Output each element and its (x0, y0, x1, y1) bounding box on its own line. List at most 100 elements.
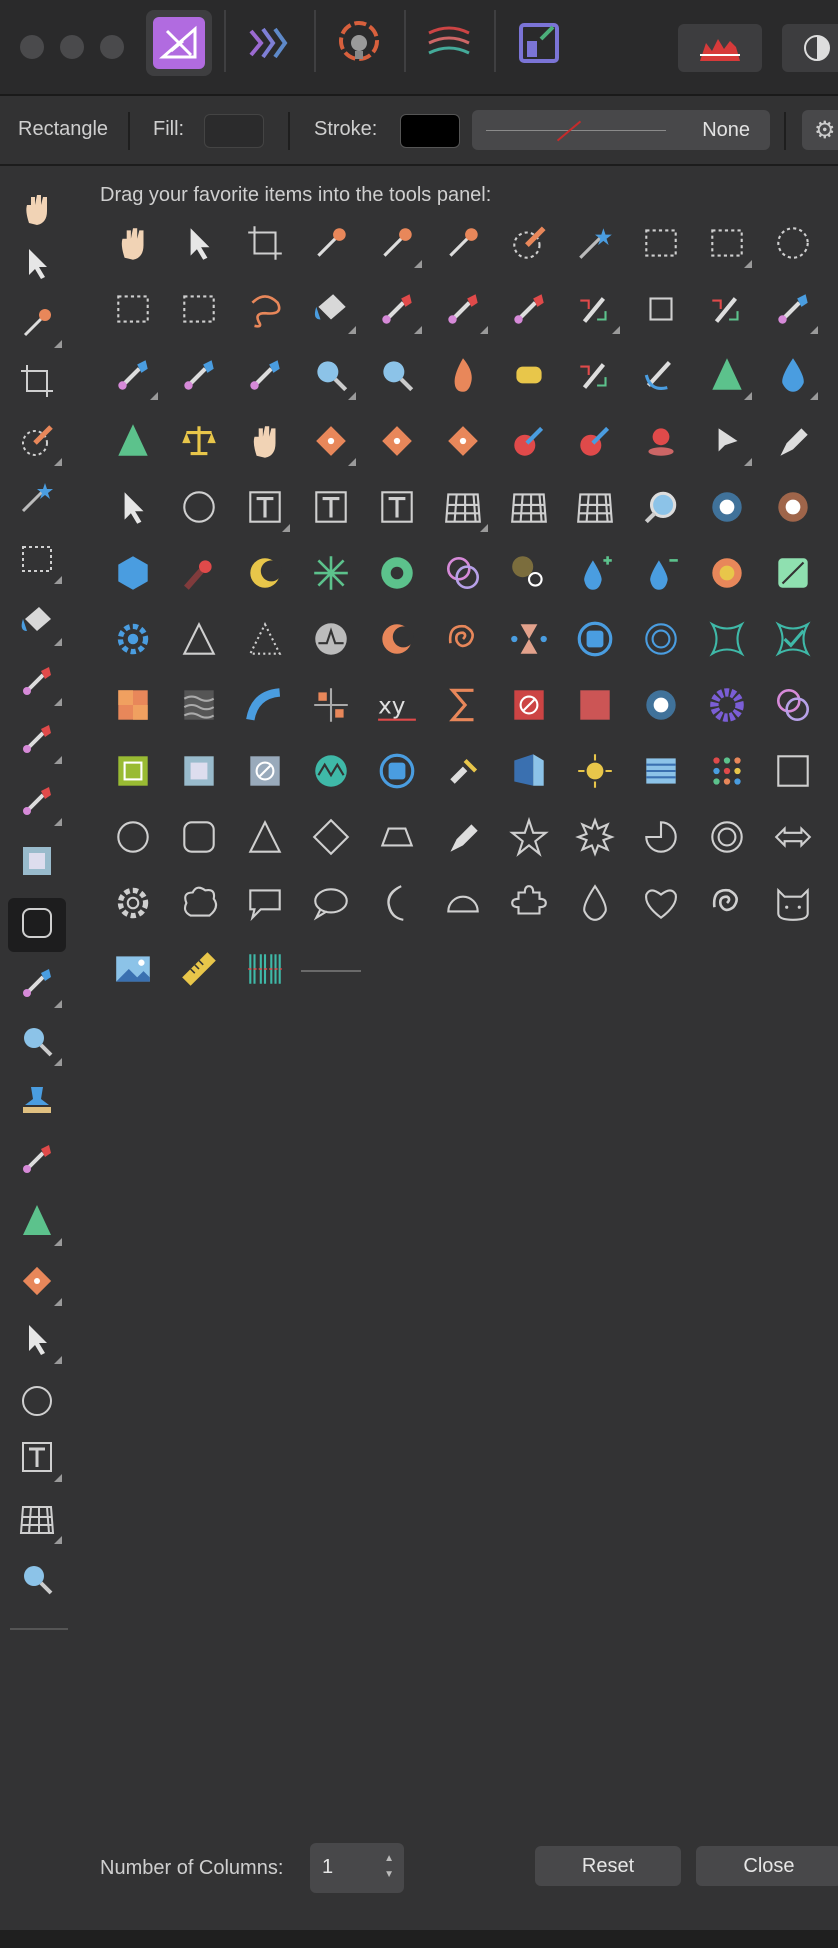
tool-flood-select[interactable] (8, 472, 66, 526)
palette-item-sphere[interactable] (562, 608, 628, 674)
palette-item-column-marquee[interactable] (100, 278, 166, 344)
palette-item-eyedropper-alt[interactable] (364, 212, 430, 278)
palette-item-inpaint[interactable] (496, 410, 562, 476)
palette-item-zoom[interactable] (298, 344, 364, 410)
palette-item-brightness[interactable] (562, 740, 628, 806)
palette-item-overlap[interactable] (760, 674, 826, 740)
palette-item-equalizer[interactable] (298, 674, 364, 740)
tool-mesh-warp[interactable] (8, 1494, 66, 1548)
palette-item-circle[interactable] (100, 806, 166, 872)
palette-item-levels[interactable] (760, 542, 826, 608)
tool-paint-brush[interactable] (8, 656, 66, 710)
tool-stamp[interactable] (8, 1076, 66, 1130)
palette-item-image[interactable] (100, 938, 166, 1004)
palette-item-paint-brush[interactable] (496, 278, 562, 344)
palette-item-aperture[interactable] (364, 542, 430, 608)
palette-item-blemish[interactable] (430, 410, 496, 476)
tool-text-frame[interactable] (8, 1432, 66, 1486)
tool-selection-brush[interactable] (8, 416, 66, 470)
palette-item-no-entry[interactable] (496, 674, 562, 740)
palette-item-triangle-dotted[interactable] (232, 608, 298, 674)
palette-item-star[interactable] (496, 806, 562, 872)
palette-item-separator[interactable] (298, 938, 364, 1004)
palette-item-moon[interactable] (364, 872, 430, 938)
palette-item-balance[interactable] (166, 410, 232, 476)
palette-item-blur-drop[interactable] (760, 344, 826, 410)
window-zoom-button[interactable] (100, 35, 124, 59)
palette-item-loupe[interactable] (628, 476, 694, 542)
palette-item-sharpen-alt[interactable] (100, 410, 166, 476)
palette-item-sharpen[interactable] (694, 344, 760, 410)
stepper-up-icon[interactable]: ▲ (384, 1853, 394, 1864)
palette-item-flashlight[interactable] (430, 740, 496, 806)
palette-item-text-frame[interactable] (232, 476, 298, 542)
palette-item-diamond[interactable] (298, 806, 364, 872)
tool-clone-brush[interactable] (8, 714, 66, 768)
palette-item-triangle[interactable] (232, 806, 298, 872)
palette-item-trapezoid[interactable] (364, 806, 430, 872)
palette-item-drop-plus[interactable] (562, 542, 628, 608)
columns-stepper[interactable]: 1 ▲ ▼ (310, 1843, 404, 1893)
palette-item-donut-outline[interactable] (694, 806, 760, 872)
palette-item-rect-marquee-alt[interactable] (694, 212, 760, 278)
palette-item-spiral[interactable] (430, 608, 496, 674)
palette-item-puzzle[interactable] (496, 872, 562, 938)
palette-item-comet[interactable] (166, 542, 232, 608)
tool-flood-fill[interactable] (8, 596, 66, 650)
tool-dodge-brush[interactable] (8, 776, 66, 830)
palette-item-flood-erase[interactable] (166, 344, 232, 410)
palette-item-sponge[interactable] (496, 344, 562, 410)
palette-item-rect-marquee[interactable] (628, 212, 694, 278)
palette-item-drop-minus[interactable] (628, 542, 694, 608)
palette-item-waves[interactable] (166, 674, 232, 740)
palette-item-cat[interactable] (760, 872, 826, 938)
adjustments-button[interactable] (782, 24, 838, 72)
palette-item-crescent[interactable] (232, 542, 298, 608)
palette-item-erase-alt[interactable] (232, 344, 298, 410)
palette-item-page-curl[interactable] (496, 740, 562, 806)
palette-item-xy[interactable]: xy (364, 674, 430, 740)
palette-item-starburst[interactable] (562, 806, 628, 872)
tool-zoom-tool[interactable] (8, 1016, 66, 1070)
palette-item-pen[interactable] (760, 410, 826, 476)
palette-item-bend[interactable] (232, 674, 298, 740)
palette-item-node-pointer[interactable] (100, 476, 166, 542)
palette-item-bloom[interactable] (496, 542, 562, 608)
palette-item-color-replace[interactable] (562, 278, 628, 344)
stepper-down-icon[interactable]: ▼ (384, 1869, 394, 1880)
palette-item-mesh-grid[interactable] (562, 476, 628, 542)
tool-frame[interactable] (8, 836, 66, 890)
develop-persona-button[interactable] (326, 10, 392, 76)
palette-item-red-eye[interactable] (562, 410, 628, 476)
palette-item-gradient[interactable] (364, 278, 430, 344)
palette-item-dots[interactable] (694, 740, 760, 806)
liquify-persona-button[interactable] (236, 10, 302, 76)
palette-item-half-moon[interactable] (364, 608, 430, 674)
stroke-swatch[interactable] (400, 114, 460, 148)
palette-item-text-box[interactable] (364, 476, 430, 542)
palette-item-artistic-text[interactable] (298, 476, 364, 542)
palette-item-glow-square[interactable] (628, 674, 694, 740)
palette-item-selection-brush[interactable] (496, 212, 562, 278)
fill-swatch[interactable] (204, 114, 264, 148)
close-button[interactable]: Close (696, 1846, 838, 1886)
palette-item-perspective[interactable] (496, 476, 562, 542)
tool-ellipse[interactable] (8, 1376, 66, 1430)
palette-item-cube[interactable] (100, 542, 166, 608)
palette-item-zoom-alt[interactable] (364, 344, 430, 410)
palette-item-warp-check[interactable] (760, 608, 826, 674)
palette-item-pentagon[interactable] (430, 806, 496, 872)
histogram-button[interactable] (678, 24, 762, 72)
palette-item-gear-blue[interactable] (100, 608, 166, 674)
tool-crop-tool[interactable] (8, 356, 66, 410)
palette-item-cog[interactable] (100, 872, 166, 938)
palette-item-pin[interactable] (628, 410, 694, 476)
palette-item-fill-bucket[interactable] (298, 278, 364, 344)
palette-item-mesh-warp[interactable] (430, 476, 496, 542)
palette-item-globe[interactable] (364, 740, 430, 806)
palette-item-row-marquee[interactable] (166, 278, 232, 344)
palette-item-spiral-outline[interactable] (694, 872, 760, 938)
palette-item-pixel-brush[interactable] (430, 278, 496, 344)
palette-item-donut[interactable] (694, 674, 760, 740)
palette-item-ruler[interactable] (166, 938, 232, 1004)
